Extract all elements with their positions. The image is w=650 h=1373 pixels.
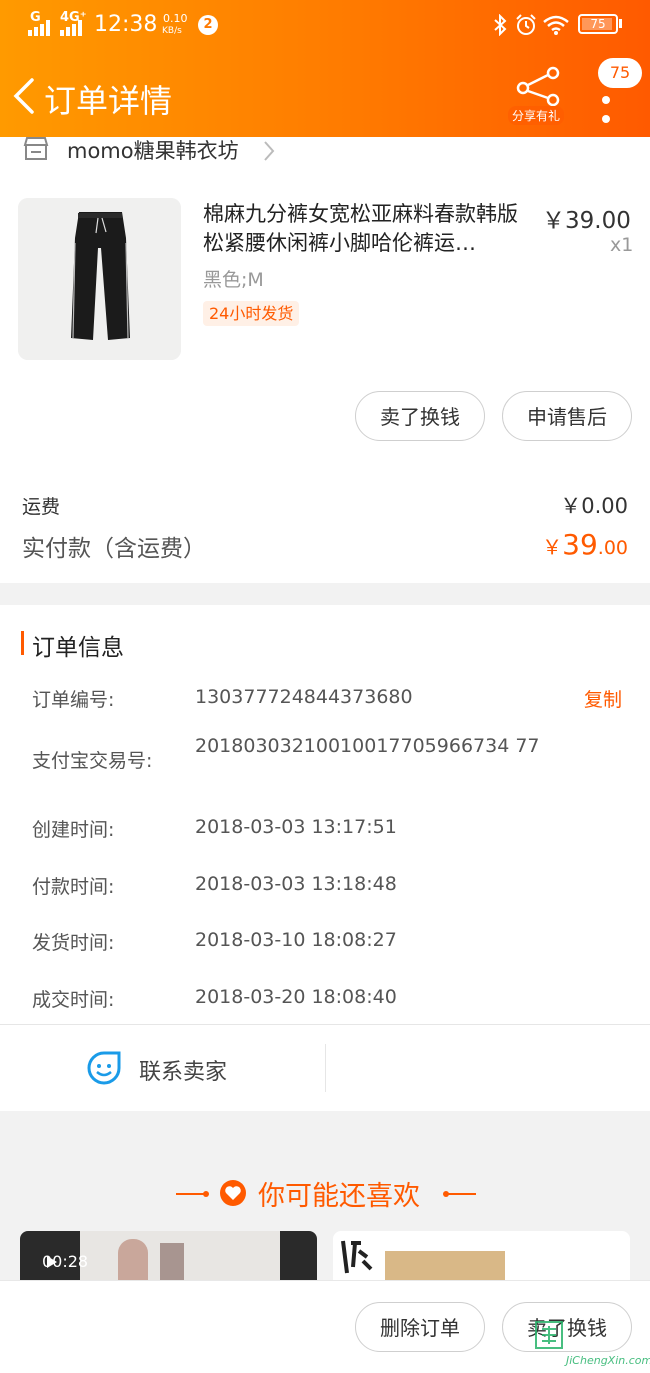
paid-time-value: 2018-03-03 13:18:48	[195, 873, 397, 895]
created-time-label: 创建时间:	[32, 819, 115, 841]
contact-seller-button[interactable]: 联系卖家	[0, 1025, 325, 1111]
right-decor-icon	[443, 1191, 476, 1197]
product-price: ￥39.00	[542, 208, 631, 234]
alipay-trade-label: 支付宝交易号:	[32, 750, 153, 772]
notification-count-badge: 2	[198, 15, 218, 35]
paid-time-label: 付款时间:	[32, 876, 115, 898]
alarm-icon	[516, 14, 536, 35]
app-header: G 4G⁺ 12:38 0.10 KB/s 2 75 订单详情 分享有礼	[0, 0, 650, 137]
vertical-divider	[325, 1044, 326, 1092]
order-number-label: 订单编号:	[32, 689, 115, 711]
watermark-logo-icon	[535, 1321, 563, 1349]
battery-level: 75	[590, 17, 606, 31]
product-title[interactable]: 棉麻九分裤女宽松亚麻料春款韩版松紧腰休闲裤小脚哈伦裤运…	[203, 200, 535, 258]
battery-icon: 75	[578, 14, 618, 34]
total-paid-value: ￥39.00	[542, 528, 628, 561]
total-paid-label: 实付款（含运费）	[22, 536, 206, 562]
recommend-title: 你可能还喜欢	[258, 1181, 420, 1212]
message-count-badge[interactable]: 75	[598, 58, 642, 88]
order-number-value: 130377724844373680	[195, 686, 413, 708]
apply-aftersale-button[interactable]: 申请售后	[502, 391, 632, 441]
bluetooth-icon	[494, 14, 507, 36]
total-currency: ￥	[542, 535, 563, 559]
share-icon	[516, 66, 560, 106]
recommend-header: 你可能还喜欢	[0, 1170, 650, 1216]
wifi-icon	[543, 15, 569, 35]
share-button[interactable]: 分享有礼	[505, 66, 569, 128]
product-quantity: x1	[610, 234, 634, 256]
created-time-value: 2018-03-03 13:17:51	[195, 816, 397, 838]
product-image[interactable]	[18, 198, 181, 360]
heart-badge-icon	[220, 1180, 246, 1206]
net-speed-unit: KB/s	[162, 26, 182, 36]
back-arrow-icon[interactable]	[10, 76, 40, 116]
completed-time-label: 成交时间:	[32, 989, 115, 1011]
pants-image-icon	[18, 198, 181, 360]
watermark: JiChengXin.com	[532, 1320, 650, 1372]
shipping-fee-value: ￥0.00	[560, 494, 628, 518]
chevron-right-icon	[264, 141, 275, 161]
contact-seller-label: 联系卖家	[139, 1060, 228, 1085]
signal-icon-2	[60, 20, 82, 36]
nav-bar: 订单详情 分享有礼	[0, 52, 650, 137]
status-bar: G 4G⁺ 12:38 0.10 KB/s 2 75	[0, 0, 650, 52]
net-speed-value: 0.10	[163, 12, 188, 25]
order-info-title: 订单信息	[32, 635, 124, 661]
total-decimal: .00	[597, 537, 628, 559]
chat-smile-icon	[87, 1051, 121, 1085]
sell-for-cash-button[interactable]: 卖了换钱	[355, 391, 485, 441]
signal-icon-1	[28, 20, 50, 36]
product-sku: 黑色;M	[203, 269, 264, 291]
completed-time-value: 2018-03-20 18:08:40	[195, 986, 397, 1008]
shipped-time-value: 2018-03-10 18:08:27	[195, 929, 397, 951]
shop-icon	[23, 137, 49, 160]
alipay-trade-value: 20180303210010017705966734 77	[195, 735, 540, 757]
shipping-fee-label: 运费	[22, 496, 61, 518]
recommend-item-product[interactable]	[333, 1231, 630, 1280]
section-accent-bar	[21, 631, 24, 655]
left-decor-icon	[176, 1191, 209, 1197]
copy-order-number-button[interactable]: 复制	[584, 685, 622, 712]
clock: 12:38	[94, 12, 158, 37]
shop-name: momo糖果韩衣坊	[67, 139, 239, 163]
total-integer: 39	[562, 528, 598, 561]
page-title: 订单详情	[44, 82, 173, 120]
battery-tip	[619, 19, 622, 28]
watermark-text: JiChengXin.com	[566, 1354, 650, 1367]
share-label: 分享有礼	[508, 106, 565, 125]
brand-logo-icon	[341, 1240, 373, 1274]
video-duration: 00:28	[42, 1252, 89, 1271]
delete-order-button[interactable]: 删除订单	[355, 1302, 485, 1352]
shipped-time-label: 发货时间:	[32, 932, 115, 954]
shipping-tag: 24小时发货	[203, 301, 300, 326]
